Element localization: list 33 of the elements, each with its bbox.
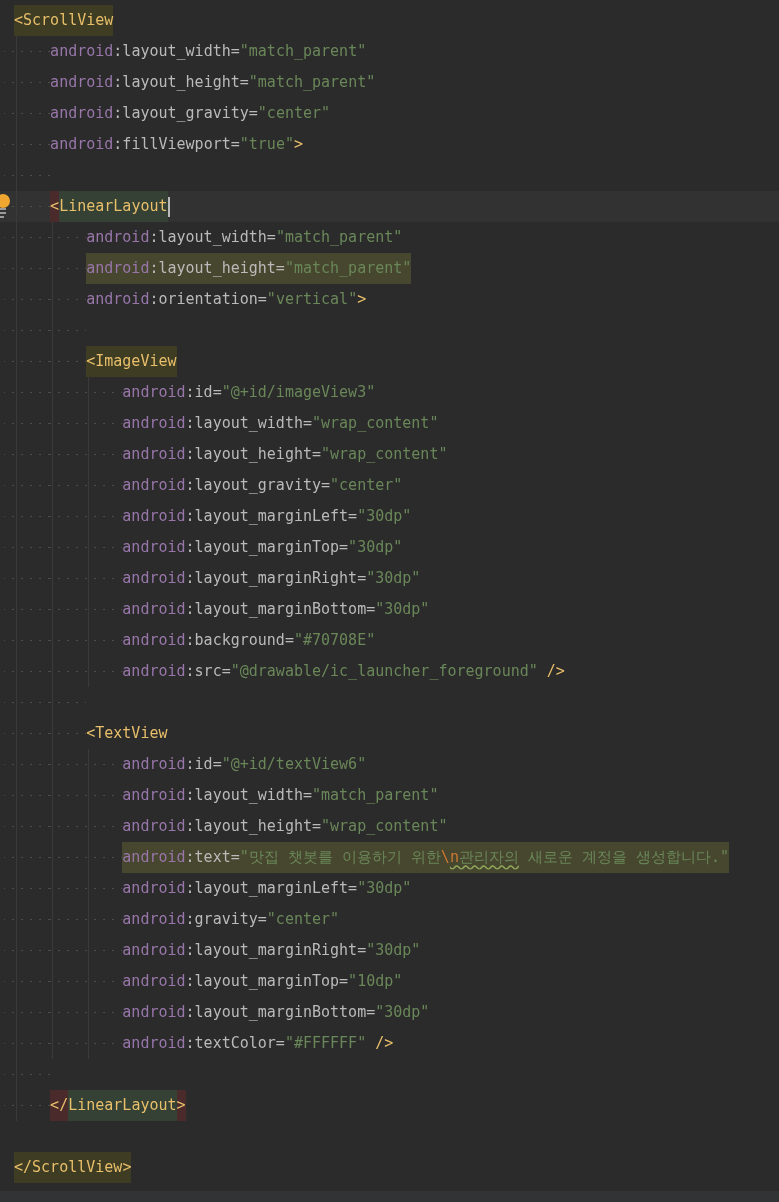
code-line: android:gravity="center" xyxy=(122,909,340,930)
code-line: android:layout_gravity="center" xyxy=(50,103,331,124)
code-line: android:layout_marginRight="30dp" xyxy=(122,568,421,589)
code-line: android:layout_width="wrap_content" xyxy=(122,413,439,434)
code-line: android:layout_gravity="center" xyxy=(122,475,403,496)
code-line: android:layout_height="wrap_content" xyxy=(122,444,448,465)
code-line: </LinearLayout> xyxy=(50,1090,186,1121)
code-line: <LinearLayout xyxy=(50,191,170,222)
code-line: android:layout_width="match_parent" xyxy=(86,227,403,248)
code-line: android:layout_marginLeft="30dp" xyxy=(122,506,412,527)
code-line: android:orientation="vertical"> xyxy=(86,289,367,310)
code-line: android:layout_width="match_parent" xyxy=(122,785,439,806)
text-caret xyxy=(167,196,170,217)
code-line: </ScrollView> xyxy=(14,1152,132,1183)
code-line: android:background="#70708E" xyxy=(122,630,376,651)
code-line: android:textColor="#FFFFFF" /> xyxy=(122,1033,394,1054)
code-line: android:layout_marginBottom="30dp" xyxy=(122,599,430,620)
code-line: android:layout_marginLeft="30dp" xyxy=(122,878,412,899)
code-line: android:src="@drawable/ic_launcher_foreground" /> xyxy=(122,661,565,682)
code-line: <TextView xyxy=(86,723,168,744)
code-line: android:layout_width="match_parent" xyxy=(50,41,367,62)
code-line: android:layout_height="match_parent" xyxy=(50,72,376,93)
code-line: android:id="@+id/textView6" xyxy=(122,754,367,775)
code-line: android:fillViewport="true"> xyxy=(50,134,303,155)
code-line: <ScrollView xyxy=(14,5,114,36)
code-line: android:layout_marginTop="10dp" xyxy=(122,971,403,992)
code-line: <ImageView xyxy=(86,346,177,377)
code-line: android:layout_marginRight="30dp" xyxy=(122,940,421,961)
lightbulb-icon[interactable] xyxy=(0,193,10,219)
code-line: android:layout_marginBottom="30dp" xyxy=(122,1002,430,1023)
code-line: android:id="@+id/imageView3" xyxy=(122,382,376,403)
code-line: android:layout_marginTop="30dp" xyxy=(122,537,403,558)
code-line: android:layout_height="wrap_content" xyxy=(122,816,448,837)
